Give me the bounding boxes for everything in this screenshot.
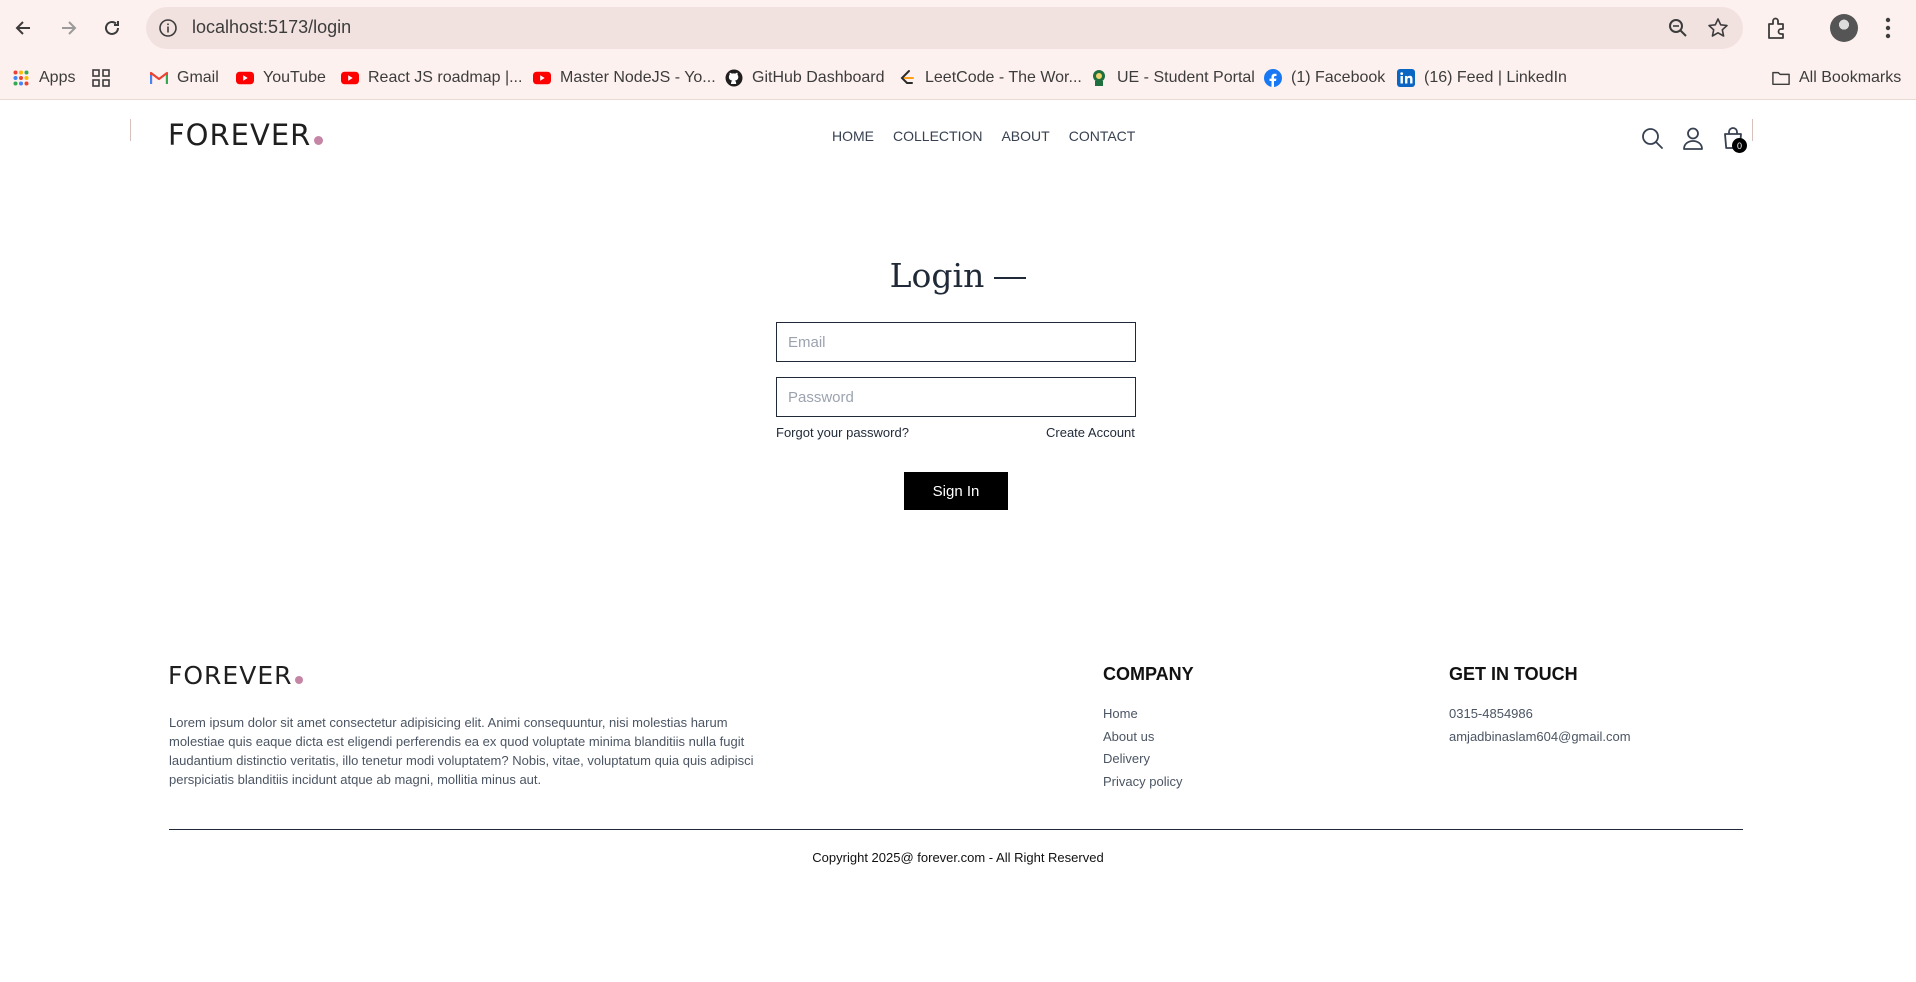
url-text[interactable]: localhost:5173/login [192, 17, 351, 38]
nav-contact[interactable]: CONTACT [1069, 128, 1136, 144]
create-account-link[interactable]: Create Account [1046, 425, 1135, 440]
footer-link-privacy[interactable]: Privacy policy [1103, 774, 1182, 797]
facebook-icon [1264, 69, 1282, 87]
site-logo[interactable]: FOREVER [168, 118, 324, 152]
linkedin-icon [1397, 69, 1415, 87]
bookmark-label: (1) Facebook [1291, 69, 1386, 86]
company-links: Home About us Delivery Privacy policy [1103, 706, 1182, 796]
bookmark-separator [130, 119, 131, 141]
password-input[interactable] [776, 377, 1136, 417]
bookmark-separator [1752, 119, 1753, 141]
bookmark-leetcode[interactable]: LeetCode - The Wor... [898, 56, 1082, 100]
email-input[interactable] [776, 322, 1136, 362]
tab-groups-icon [92, 69, 110, 87]
apps-grid-icon [12, 69, 30, 87]
footer-link-delivery[interactable]: Delivery [1103, 751, 1182, 774]
forgot-password-link[interactable]: Forgot your password? [776, 425, 909, 440]
profile-avatar[interactable] [1830, 14, 1858, 42]
footer-link-home[interactable]: Home [1103, 706, 1182, 729]
browser-toolbar: localhost:5173/login [0, 0, 1916, 56]
nav-collection[interactable]: COLLECTION [893, 128, 982, 144]
logo-dot [314, 136, 324, 145]
nav-home[interactable]: HOME [832, 128, 874, 144]
bookmark-label: Apps [39, 69, 76, 86]
main-nav: HOME COLLECTION ABOUT CONTACT [832, 128, 1135, 144]
bookmark-tab-groups[interactable] [92, 56, 119, 100]
site-info-icon[interactable] [158, 18, 178, 38]
youtube-icon [341, 69, 359, 87]
contact-email: amjadbinaslam604@gmail.com [1449, 728, 1631, 744]
nav-about[interactable]: ABOUT [1001, 128, 1049, 144]
bookmarks-bar: Apps Gmail YouTube React JS roadmap |...… [0, 56, 1916, 141]
bookmark-label: YouTube [263, 69, 326, 86]
contact-info: 0315-4854986 amjadbinaslam604@gmail.com [1449, 706, 1631, 751]
search-icon[interactable] [1640, 126, 1664, 150]
footer-logo: FOREVER [168, 661, 303, 691]
forward-icon[interactable] [52, 12, 84, 44]
bookmark-apps[interactable]: Apps [12, 56, 75, 100]
bookmark-label: All Bookmarks [1799, 69, 1902, 86]
github-icon [725, 69, 743, 87]
bookmark-all-bookmarks[interactable]: All Bookmarks [1772, 56, 1901, 100]
footer-logo-dot [294, 676, 303, 684]
cart-count-badge: 0 [1732, 138, 1747, 153]
footer-logo-text: FOREVER [168, 661, 293, 690]
footer-link-about[interactable]: About us [1103, 729, 1182, 752]
bookmark-label: (16) Feed | LinkedIn [1424, 69, 1567, 86]
bookmark-label: Master NodeJS - Yo... [560, 69, 716, 86]
youtube-icon [533, 69, 551, 87]
sign-in-button[interactable]: Sign In [904, 472, 1008, 510]
bookmark-facebook[interactable]: (1) Facebook [1264, 56, 1385, 100]
extensions-icon[interactable] [1764, 15, 1790, 41]
contact-heading: GET IN TOUCH [1449, 664, 1578, 684]
bookmark-label: LeetCode - The Wor... [925, 69, 1082, 86]
reload-icon[interactable] [96, 12, 128, 44]
zoom-icon[interactable] [1667, 17, 1689, 39]
bookmark-star-icon[interactable] [1707, 17, 1729, 39]
leetcode-icon [898, 69, 916, 87]
folder-icon [1772, 69, 1790, 87]
more-menu-icon[interactable] [1878, 14, 1898, 42]
contact-phone: 0315-4854986 [1449, 706, 1533, 721]
bookmark-label: React JS roadmap |... [368, 69, 523, 86]
bookmark-master-nodejs[interactable]: Master NodeJS - Yo... [533, 56, 716, 100]
bookmark-label: Gmail [177, 69, 219, 86]
bookmark-github[interactable]: GitHub Dashboard [725, 56, 885, 100]
footer-about-text: Lorem ipsum dolor sit amet consectetur a… [169, 715, 754, 787]
bookmark-ue-portal[interactable]: UE - Student Portal [1090, 56, 1255, 100]
ue-icon [1090, 69, 1108, 87]
youtube-icon [236, 69, 254, 87]
bookmark-label: UE - Student Portal [1117, 69, 1255, 86]
bookmark-react-roadmap[interactable]: React JS roadmap |... [341, 56, 522, 100]
back-icon[interactable] [8, 12, 40, 44]
company-heading: COMPANY [1103, 664, 1194, 684]
user-icon[interactable] [1681, 126, 1705, 150]
logo-text: FOREVER [168, 118, 312, 152]
login-heading: Login [0, 256, 1916, 295]
copyright-text: Copyright 2025@ forever.com - All Right … [812, 850, 1104, 865]
bookmark-youtube[interactable]: YouTube [236, 56, 326, 100]
address-bar[interactable]: localhost:5173/login [146, 7, 1743, 49]
bookmark-label: GitHub Dashboard [752, 69, 885, 86]
gmail-icon [150, 69, 168, 87]
bookmark-gmail[interactable]: Gmail [150, 56, 219, 100]
title-dash [994, 276, 1027, 279]
page-title: Login [889, 256, 985, 295]
footer-divider [169, 829, 1743, 830]
bookmark-linkedin[interactable]: (16) Feed | LinkedIn [1397, 56, 1567, 100]
